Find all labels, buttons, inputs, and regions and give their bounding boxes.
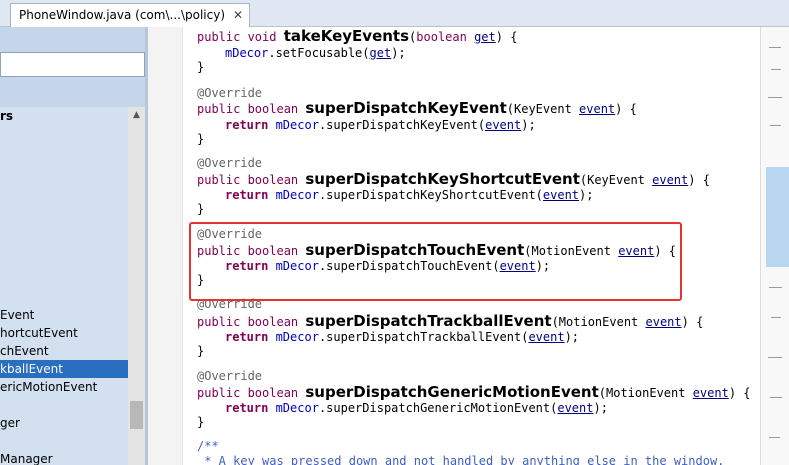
list-item[interactable]: ger [0, 414, 128, 432]
outline-scrollbar[interactable]: ▲ [128, 107, 145, 465]
code-editor[interactable]: public void takeKeyEvents(boolean get) {… [184, 27, 760, 465]
code-line: return mDecor.superDispatchGenericMotion… [225, 401, 608, 415]
list-item[interactable]: chEvent [0, 342, 128, 360]
tab-title: PhoneWindow.java (com\...\policy) [19, 8, 226, 22]
code-line: @Override [197, 156, 263, 170]
overview-ruler[interactable] [760, 27, 789, 465]
code-line: public boolean superDispatchGenericMotio… [197, 383, 751, 401]
code-line: } [197, 344, 205, 358]
ruler-mark [768, 97, 782, 98]
scrollbar-thumb[interactable] [130, 401, 143, 429]
method-name: superDispatchKeyEvent [305, 99, 507, 117]
ruler-mark [769, 47, 781, 48]
method-name: superDispatchTouchEvent [305, 241, 525, 259]
ruler-mark [768, 357, 782, 358]
list-item[interactable]: rs [0, 107, 128, 125]
outline-panel: rs Event hortcutEvent chEvent kballEvent… [0, 27, 145, 465]
list-item[interactable]: Manager [0, 450, 128, 465]
editor-tab-bar: PhoneWindow.java (com\...\policy) ✕ [0, 0, 789, 27]
method-name: takeKeyEvents [283, 27, 410, 45]
list-item[interactable]: Event [0, 306, 128, 324]
list-item-selected[interactable]: kballEvent [0, 360, 128, 378]
code-line: @Override [197, 369, 263, 383]
code-line: return mDecor.superDispatchTouchEvent(ev… [225, 259, 551, 273]
editor-gutter [148, 27, 183, 465]
code-line: @Override [197, 227, 263, 241]
ruler-viewport[interactable] [766, 167, 789, 267]
method-name: superDispatchGenericMotionEvent [305, 383, 599, 401]
ruler-mark [769, 287, 782, 288]
ruler-mark [771, 69, 781, 70]
code-line: public void takeKeyEvents(boolean get) { [197, 27, 518, 45]
close-icon[interactable]: ✕ [233, 4, 243, 26]
code-line: return mDecor.superDispatchTrackballEven… [225, 330, 580, 344]
code-line: } [197, 132, 205, 146]
ruler-mark [770, 125, 781, 126]
code-comment: * A key was pressed down and not handled… [197, 454, 725, 465]
code-line: } [197, 202, 205, 216]
code-line: mDecor.setFocusable(get); [225, 46, 406, 60]
code-line: @Override [197, 297, 263, 311]
method-name: superDispatchKeyShortcutEvent [305, 170, 580, 188]
ruler-mark [771, 317, 781, 318]
list-item[interactable]: hortcutEvent [0, 324, 128, 342]
list-item[interactable]: ericMotionEvent [0, 378, 128, 396]
code-line: public boolean superDispatchTouchEvent(M… [197, 241, 676, 259]
code-line: public boolean superDispatchTrackballEve… [197, 312, 704, 330]
code-line: public boolean superDispatchKeyShortcutE… [197, 170, 710, 188]
outline-filter-input[interactable] [0, 52, 145, 77]
code-line: return mDecor.superDispatchKeyEvent(even… [225, 118, 536, 132]
code-line: return mDecor.superDispatchKeyShortcutEv… [225, 188, 594, 202]
outline-list: rs Event hortcutEvent chEvent kballEvent… [0, 107, 128, 465]
code-line: } [197, 415, 205, 429]
ruler-mark [769, 437, 780, 438]
code-line: } [197, 60, 205, 74]
scroll-up-icon[interactable]: ▲ [128, 107, 145, 124]
tab-phonewindow-java[interactable]: PhoneWindow.java (com\...\policy) ✕ [10, 3, 251, 27]
code-line: public boolean superDispatchKeyEvent(Key… [197, 99, 637, 117]
code-line: } [197, 273, 205, 287]
method-name: superDispatchTrackballEvent [305, 312, 552, 330]
ruler-mark [770, 397, 782, 398]
